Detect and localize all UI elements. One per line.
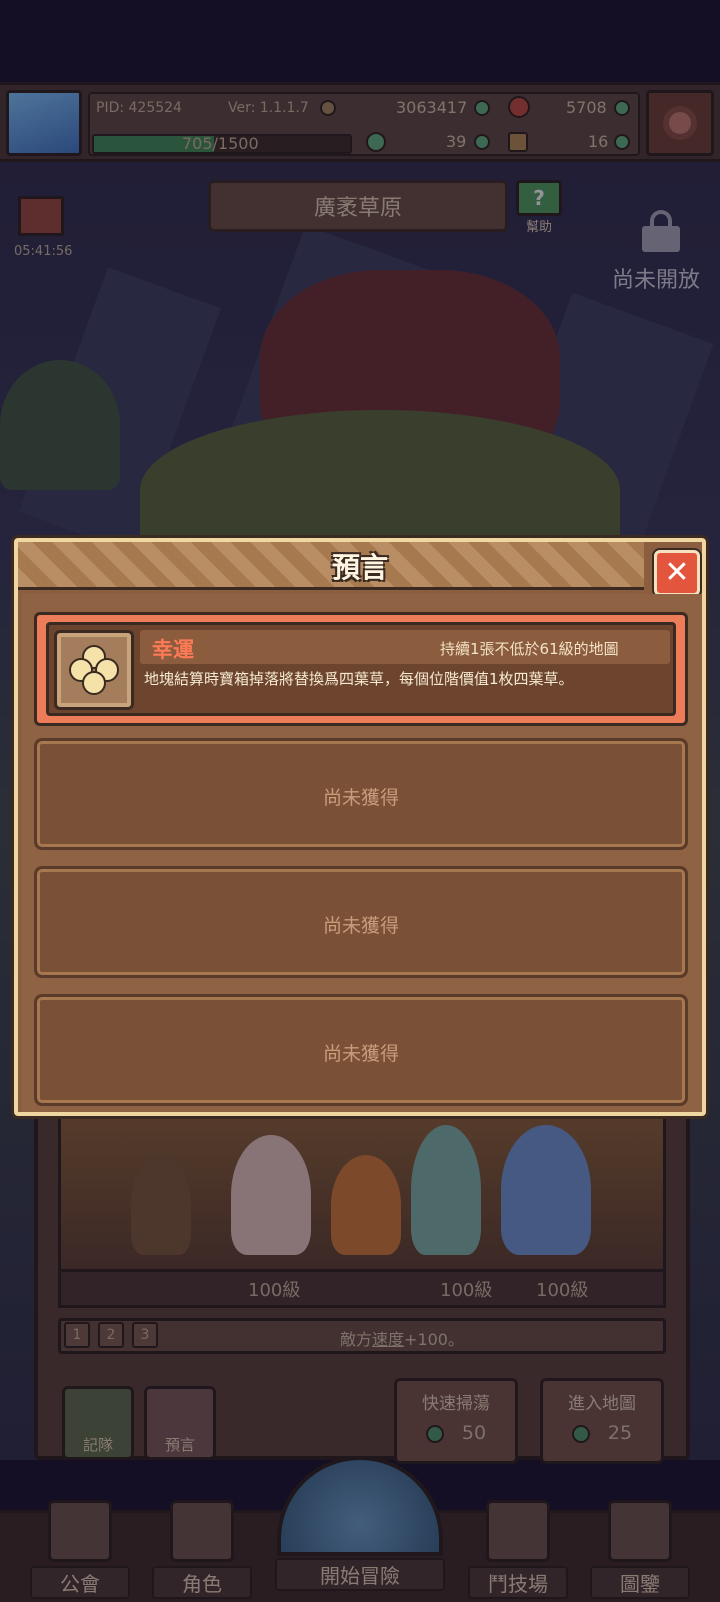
prophecy-name: 幸運 xyxy=(152,638,194,662)
close-button[interactable]: ✕ xyxy=(654,550,700,596)
prophecy-slot-empty[interactable]: 尚未獲得 xyxy=(34,994,688,1106)
prophecy-slot-empty[interactable]: 尚未獲得 xyxy=(34,738,688,850)
close-icon: ✕ xyxy=(664,555,690,590)
slot-empty-text: 尚未獲得 xyxy=(322,1043,399,1065)
clover-icon xyxy=(54,630,134,710)
prophecy-description: 地塊結算時寶箱掉落將替換爲四葉草，每個位階價值1枚四葉草。 xyxy=(144,670,574,688)
slot-empty-text: 尚未獲得 xyxy=(322,787,399,809)
prophecy-slot-empty[interactable]: 尚未獲得 xyxy=(34,866,688,978)
slot-empty-text: 尚未獲得 xyxy=(322,915,399,937)
modal-title: 預言 xyxy=(331,551,388,584)
prophecy-duration: 持續1張不低於61級的地圖 xyxy=(440,640,619,658)
